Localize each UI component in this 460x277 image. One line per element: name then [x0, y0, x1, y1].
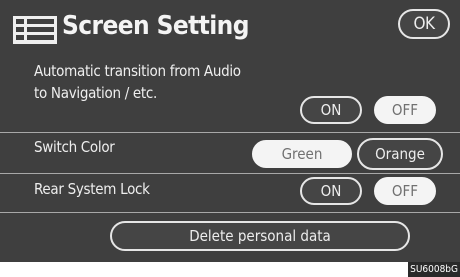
page-title: Screen Setting	[62, 11, 249, 41]
divider	[0, 173, 460, 174]
switch-color-green-button[interactable]: Green	[252, 140, 352, 168]
figure-code: SU6008bG	[408, 262, 460, 277]
delete-personal-data-button[interactable]: Delete personal data	[110, 221, 410, 251]
divider	[0, 212, 460, 213]
screen-setting-panel: Screen Setting OK Automatic transition f…	[0, 0, 460, 262]
rear-system-lock-off-button[interactable]: OFF	[374, 177, 436, 205]
switch-color-label: Switch Color	[34, 138, 115, 156]
auto-transition-on-button[interactable]: ON	[300, 96, 362, 124]
ok-button[interactable]: OK	[398, 9, 450, 39]
switch-color-orange-button[interactable]: Orange	[357, 138, 443, 170]
auto-transition-off-button[interactable]: OFF	[374, 96, 436, 124]
rear-system-lock-on-button[interactable]: ON	[300, 177, 362, 205]
header: Screen Setting OK	[0, 0, 460, 54]
margin-strip	[0, 262, 460, 277]
auto-transition-label-line2: to Navigation / etc.	[34, 84, 158, 102]
auto-transition-label-line1: Automatic transition from Audio	[34, 62, 241, 80]
rear-system-lock-label: Rear System Lock	[34, 180, 150, 198]
divider	[0, 132, 460, 133]
list-icon	[13, 16, 57, 44]
